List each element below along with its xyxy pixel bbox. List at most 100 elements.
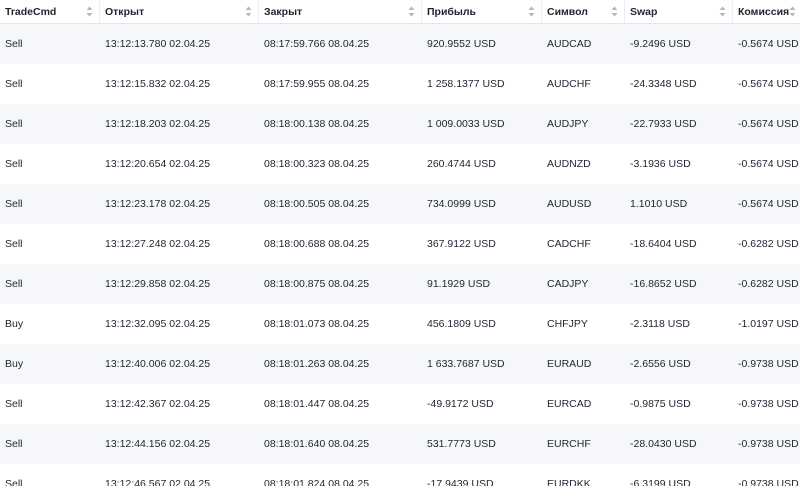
sort-icon[interactable]	[527, 6, 535, 18]
cell-swap: -22.7933 USD	[630, 118, 697, 130]
cell-tradecmd: Sell	[5, 118, 23, 130]
cell-profit: -17.9439 USD	[427, 478, 494, 486]
column-header-label: Символ	[547, 5, 588, 18]
table-row[interactable]: Sell 13:12:13.780 02.04.25 08:17:59.766 08…	[0, 24, 800, 64]
table-row[interactable]: Sell 13:12:20.654 02.04.25 08:18:00.323 08…	[0, 144, 800, 184]
cell-swap: -0.9875 USD	[630, 398, 691, 410]
table-row[interactable]: Sell 13:12:27.248 02.04.25 08:18:00.688 08…	[0, 224, 800, 264]
column-header-label: Прибыль	[427, 5, 476, 18]
cell-closed: 08:17:59.766 08.04.25	[264, 38, 370, 50]
cell-opened: 13:12:40.006 02.04.25	[105, 358, 211, 370]
cell-opened: 13:12:13.780 02.04.25	[105, 38, 211, 50]
cell-profit: 1 258.1377 USD	[427, 78, 505, 90]
cell-commission: -0.5674 USD	[738, 78, 799, 90]
cell-swap: -3.1936 USD	[630, 158, 691, 170]
cell-closed: 08:18:01.640 08.04.25	[264, 438, 370, 450]
table-row[interactable]: Sell 13:12:29.858 02.04.25 08:18:00.875 08…	[0, 264, 800, 304]
table-row[interactable]: Buy 13:12:40.006 02.04.25 08:18:01.263 08.…	[0, 344, 800, 384]
table-row[interactable]: Sell 13:12:15.832 02.04.25 08:17:59.955 08…	[0, 64, 800, 104]
table-row[interactable]: Sell 13:12:42.367 02.04.25 08:18:01.447 08…	[0, 384, 800, 424]
cell-swap: 1.1010 USD	[630, 198, 688, 210]
cell-tradecmd: Sell	[5, 438, 23, 450]
cell-profit: 456.1809 USD	[427, 318, 496, 330]
cell-profit: 1 009.0033 USD	[427, 118, 505, 130]
cell-profit: 531.7773 USD	[427, 438, 496, 450]
column-header-label: TradeCmd	[5, 5, 57, 18]
column-header-profit[interactable]: Прибыль	[422, 0, 542, 24]
sort-icon[interactable]	[718, 6, 726, 18]
cell-symbol: EURCAD	[547, 398, 592, 410]
cell-swap: -6.3199 USD	[630, 478, 691, 486]
cell-swap: -28.0430 USD	[630, 438, 697, 450]
sort-icon[interactable]	[85, 6, 93, 18]
cell-symbol: EURCHF	[547, 438, 591, 450]
cell-opened: 13:12:44.156 02.04.25	[105, 438, 211, 450]
cell-opened: 13:12:23.178 02.04.25	[105, 198, 211, 210]
cell-tradecmd: Sell	[5, 278, 23, 290]
table-header: TradeCmd Открыт Закрыт Прибыль Символ Swap Ком…	[0, 0, 800, 24]
cell-closed: 08:18:00.688 08.04.25	[264, 238, 370, 250]
table-row[interactable]: Sell 13:12:18.203 02.04.25 08:18:00.138 08…	[0, 104, 800, 144]
cell-opened: 13:12:29.858 02.04.25	[105, 278, 211, 290]
table-row[interactable]: Buy 13:12:32.095 02.04.25 08:18:01.073 08.…	[0, 304, 800, 344]
cell-opened: 13:12:27.248 02.04.25	[105, 238, 211, 250]
cell-commission: -0.6282 USD	[738, 278, 799, 290]
cell-commission: -0.5674 USD	[738, 158, 799, 170]
sort-icon[interactable]	[244, 6, 252, 18]
cell-tradecmd: Sell	[5, 158, 23, 170]
cell-commission: -0.9738 USD	[738, 438, 799, 450]
cell-tradecmd: Buy	[5, 318, 24, 330]
cell-profit: 260.4744 USD	[427, 158, 496, 170]
cell-symbol: AUDJPY	[547, 118, 589, 130]
cell-profit: 920.9552 USD	[427, 38, 496, 50]
cell-tradecmd: Sell	[5, 198, 23, 210]
cell-closed: 08:17:59.955 08.04.25	[264, 78, 370, 90]
column-header-label: Комиссия	[738, 5, 790, 18]
column-header-commission[interactable]: Комиссия	[733, 0, 800, 24]
column-header-symbol[interactable]: Символ	[542, 0, 625, 24]
table-row[interactable]: Sell 13:12:46.567 02.04.25 08:18:01.824 08…	[0, 464, 800, 486]
cell-opened: 13:12:20.654 02.04.25	[105, 158, 211, 170]
sort-icon[interactable]	[789, 6, 796, 18]
column-header-label: Swap	[630, 5, 658, 18]
cell-closed: 08:18:00.875 08.04.25	[264, 278, 370, 290]
cell-commission: -0.5674 USD	[738, 38, 799, 50]
cell-commission: -0.5674 USD	[738, 118, 799, 130]
cell-swap: -18.6404 USD	[630, 238, 697, 250]
cell-swap: -9.2496 USD	[630, 38, 691, 50]
trades-table: TradeCmd Открыт Закрыт Прибыль Символ Swap Ком…	[0, 0, 800, 486]
column-header-label: Закрыт	[264, 5, 303, 18]
sort-icon[interactable]	[610, 6, 618, 18]
column-header-tradecmd[interactable]: TradeCmd	[0, 0, 100, 24]
table-row[interactable]: Sell 13:12:23.178 02.04.25 08:18:00.505 08…	[0, 184, 800, 224]
table-row[interactable]: Sell 13:12:44.156 02.04.25 08:18:01.640 08…	[0, 424, 800, 464]
cell-symbol: CADCHF	[547, 238, 591, 250]
cell-symbol: AUDCAD	[547, 38, 592, 50]
cell-symbol: AUDNZD	[547, 158, 591, 170]
column-header-closed[interactable]: Закрыт	[259, 0, 422, 24]
cell-opened: 13:12:32.095 02.04.25	[105, 318, 211, 330]
cell-tradecmd: Sell	[5, 238, 23, 250]
column-header-swap[interactable]: Swap	[625, 0, 733, 24]
cell-symbol: CADJPY	[547, 278, 589, 290]
cell-profit: 1 633.7687 USD	[427, 358, 505, 370]
column-header-opened[interactable]: Открыт	[100, 0, 259, 24]
cell-profit: 734.0999 USD	[427, 198, 496, 210]
cell-commission: -0.9738 USD	[738, 358, 799, 370]
cell-closed: 08:18:00.138 08.04.25	[264, 118, 370, 130]
cell-tradecmd: Sell	[5, 38, 23, 50]
cell-commission: -0.9738 USD	[738, 398, 799, 410]
cell-tradecmd: Buy	[5, 358, 24, 370]
cell-swap: -24.3348 USD	[630, 78, 697, 90]
cell-symbol: AUDCHF	[547, 78, 591, 90]
cell-opened: 13:12:42.367 02.04.25	[105, 398, 211, 410]
cell-commission: -1.0197 USD	[738, 318, 799, 330]
cell-closed: 08:18:01.073 08.04.25	[264, 318, 370, 330]
cell-profit: -49.9172 USD	[427, 398, 494, 410]
cell-symbol: AUDUSD	[547, 198, 592, 210]
column-header-label: Открыт	[105, 5, 145, 18]
cell-opened: 13:12:18.203 02.04.25	[105, 118, 211, 130]
sort-icon[interactable]	[407, 6, 415, 18]
cell-closed: 08:18:00.505 08.04.25	[264, 198, 370, 210]
cell-swap: -16.8652 USD	[630, 278, 697, 290]
